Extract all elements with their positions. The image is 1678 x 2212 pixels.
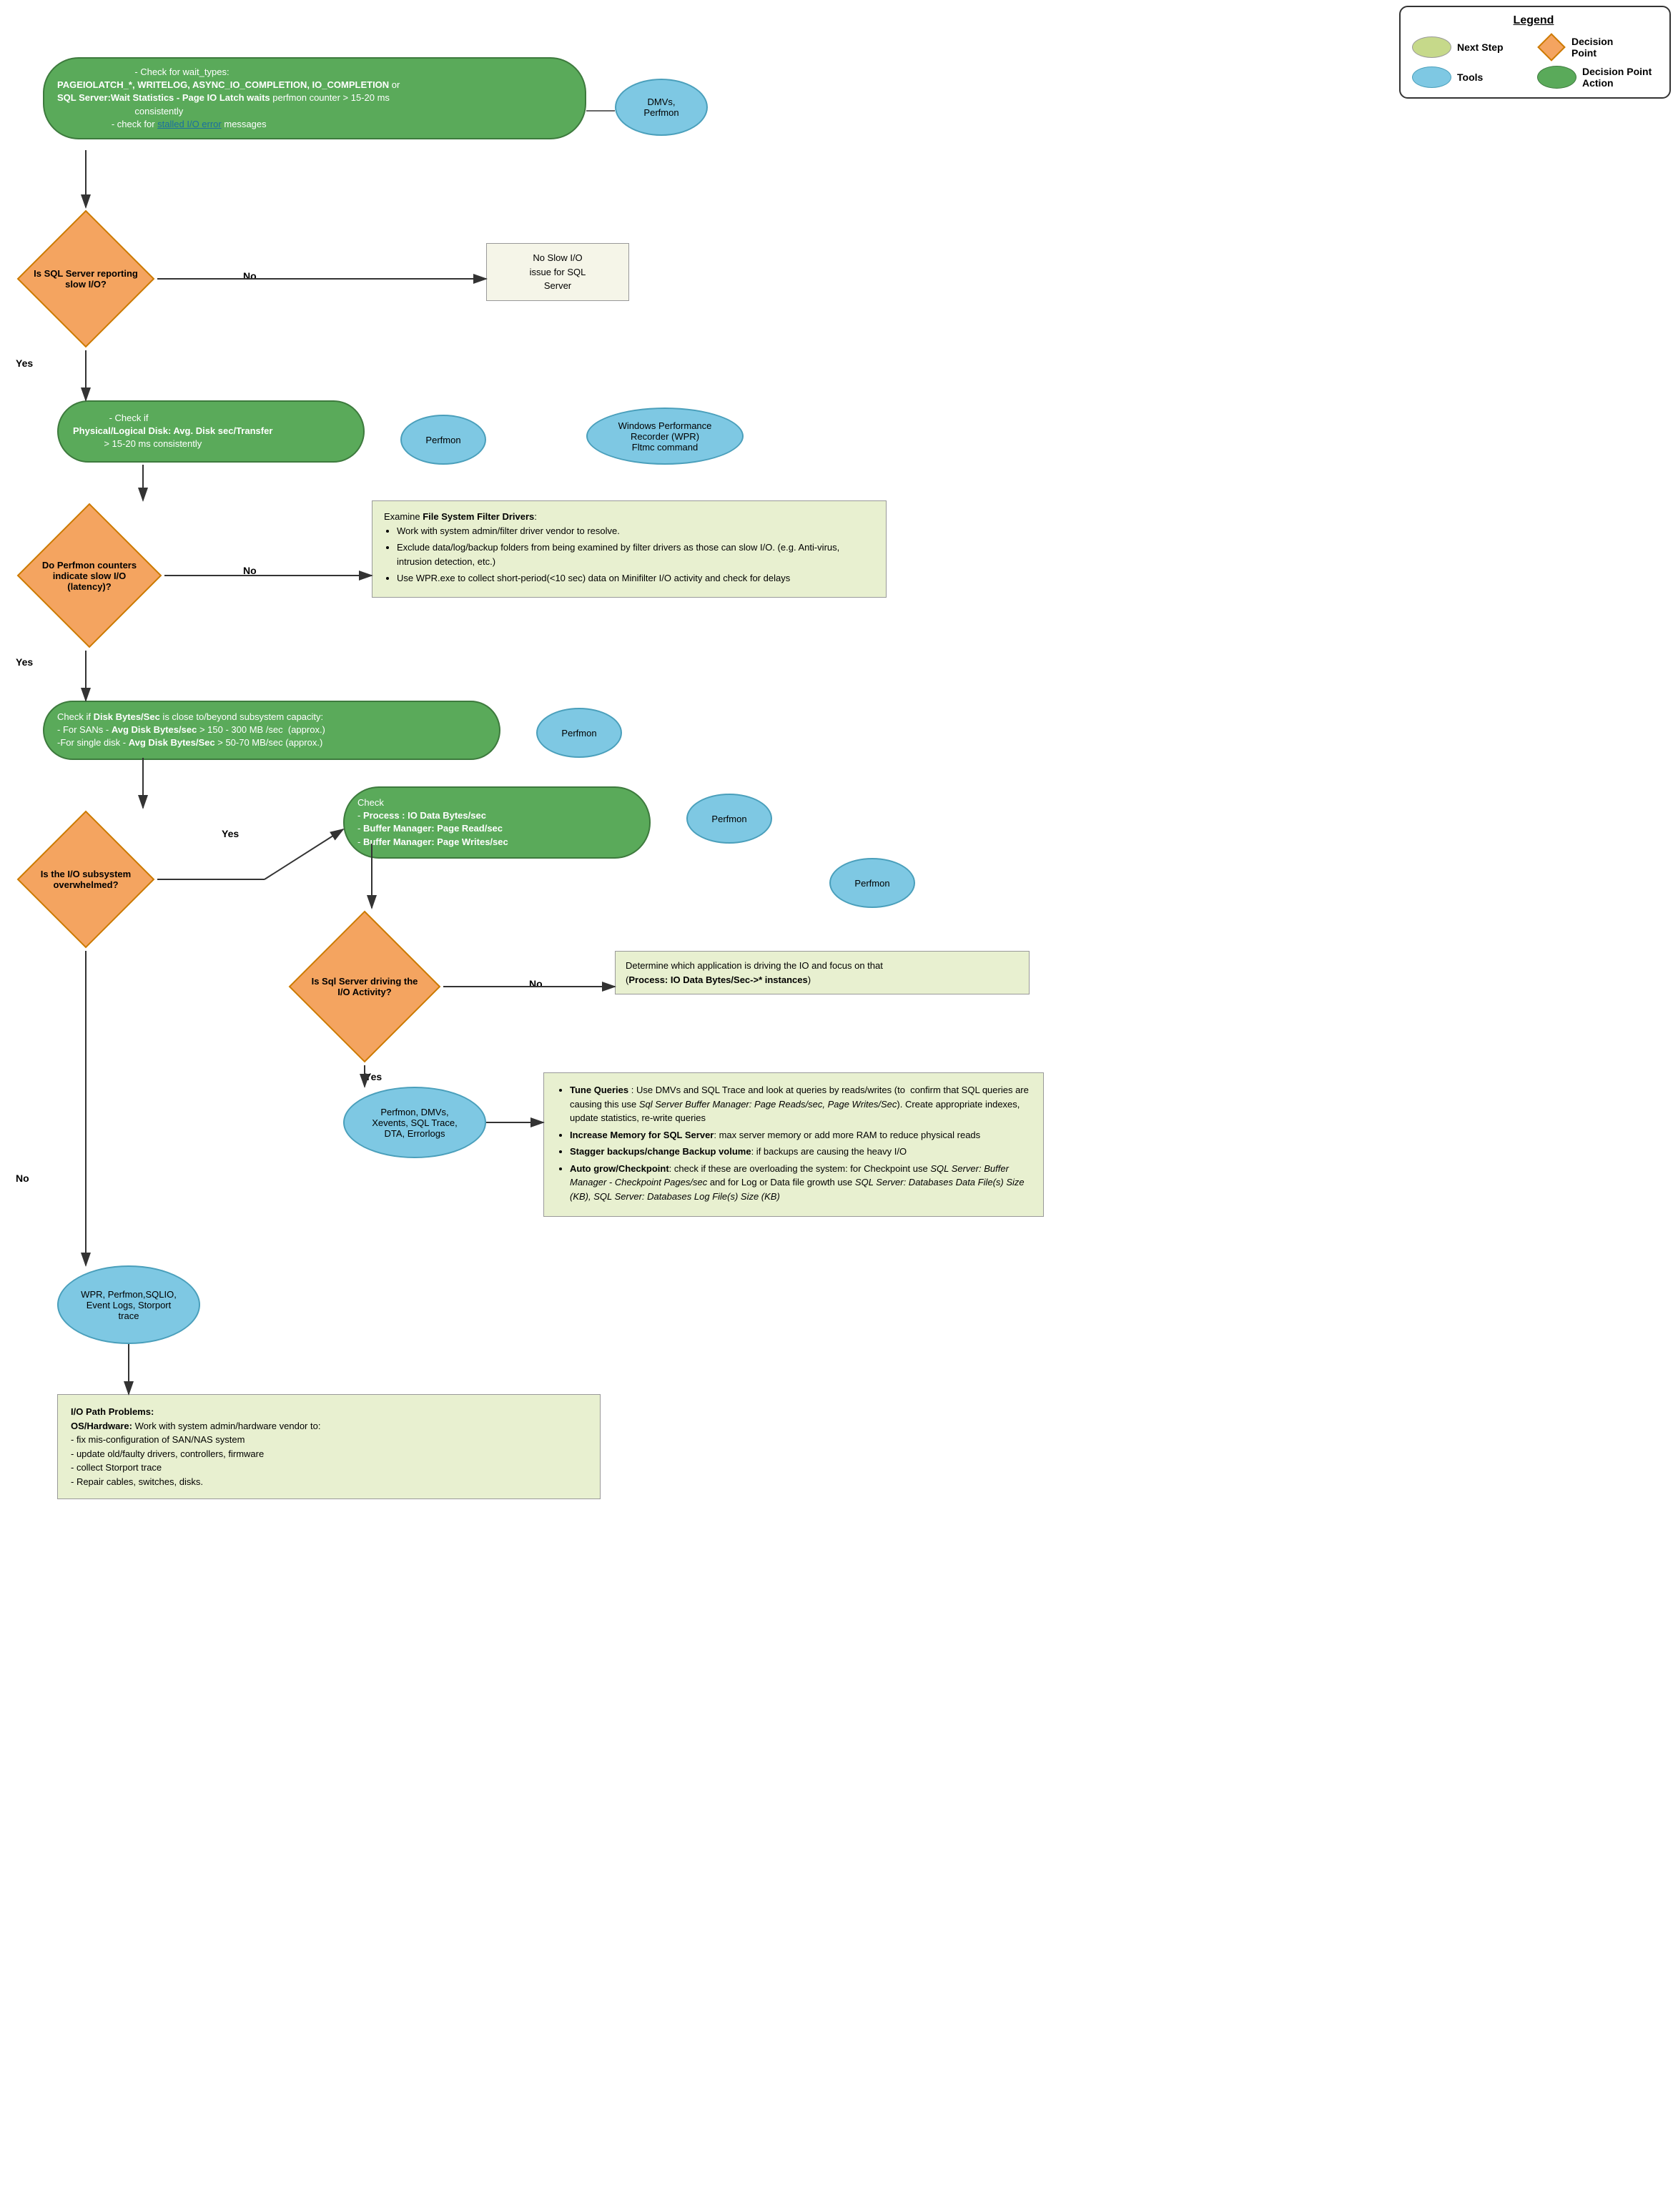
no4-label: No xyxy=(529,978,543,989)
diamond1-label: Is SQL Server reportingslow I/O? xyxy=(19,254,152,304)
legend-box: Legend Next Step DecisionPoint Tools Dec… xyxy=(1399,6,1671,99)
io-path-box: I/O Path Problems: OS/Hardware: Work wit… xyxy=(57,1394,601,1499)
no-slow-io-text: No Slow I/Oissue for SQLServer xyxy=(530,252,586,291)
filter-item-2: Exclude data/log/backup folders from bei… xyxy=(397,540,874,568)
wait-types-cloud: - Check for wait_types: PAGEIOLATCH_*, W… xyxy=(43,57,586,139)
yes4-label: Yes xyxy=(365,1071,382,1082)
wait-types-text: - Check for wait_types: PAGEIOLATCH_*, W… xyxy=(57,66,400,129)
filter-drivers-list: Work with system admin/filter driver ven… xyxy=(384,524,874,586)
tune-list: Tune Queries : Use DMVs and SQL Trace an… xyxy=(557,1083,1030,1203)
perfmon3-label: Perfmon xyxy=(711,814,746,824)
no1-label: No xyxy=(243,270,257,282)
diamond2-label: Do Perfmon countersindicate slow I/O(lat… xyxy=(31,548,148,603)
disk-bytes-cloud: Check if Disk Bytes/Sec is close to/beyo… xyxy=(43,701,500,760)
diamond2-text-container: Do Perfmon countersindicate slow I/O(lat… xyxy=(14,500,164,651)
legend-item-action: Decision PointAction xyxy=(1537,66,1655,89)
wpr-tool: Windows PerformanceRecorder (WPR)Fltmc c… xyxy=(586,408,744,465)
stalled-io-link[interactable]: stalled I/O error xyxy=(157,119,222,129)
no-slow-io-box: No Slow I/Oissue for SQLServer xyxy=(486,243,629,301)
wpr-label: Windows PerformanceRecorder (WPR)Fltmc c… xyxy=(618,420,712,453)
yes1-label: Yes xyxy=(16,357,33,369)
perfmon4-label: Perfmon xyxy=(854,878,889,889)
wpr-sqlio-tool: WPR, Perfmon,SQLIO,Event Logs, Storportt… xyxy=(57,1265,200,1344)
tools-shape xyxy=(1412,66,1451,88)
diamond3-container: Is the I/O subsystemoverwhelmed? xyxy=(14,808,157,951)
perfmon1-tool: Perfmon xyxy=(400,415,486,465)
wpr-sqlio-label: WPR, Perfmon,SQLIO,Event Logs, Storportt… xyxy=(81,1289,177,1321)
perfmon-dmvs-label: Perfmon, DMVs,Xevents, SQL Trace,DTA, Er… xyxy=(372,1107,457,1139)
no3-label: No xyxy=(16,1172,29,1184)
dmvs-perfmon-tool: DMVs,Perfmon xyxy=(615,79,708,136)
io-path-text: I/O Path Problems: OS/Hardware: Work wit… xyxy=(71,1406,320,1487)
perfmon2-label: Perfmon xyxy=(561,728,596,739)
filter-drivers-title: Examine File System Filter Drivers: xyxy=(384,511,537,522)
tune-item-1: Tune Queries : Use DMVs and SQL Trace an… xyxy=(570,1083,1030,1125)
legend-grid: Next Step DecisionPoint Tools Decision P… xyxy=(1412,33,1655,89)
tune-item-4: Auto grow/Checkpoint: check if these are… xyxy=(570,1162,1030,1204)
dmvs-perfmon-label: DMVs,Perfmon xyxy=(643,97,678,118)
filter-item-3: Use WPR.exe to collect short-period(<10 … xyxy=(397,571,874,586)
diamond4-text-container: Is Sql Server driving theI/O Activity? xyxy=(286,908,443,1065)
diamond1-container: Is SQL Server reportingslow I/O? xyxy=(14,207,157,350)
determine-text: Determine which application is driving t… xyxy=(626,960,883,985)
next-step-shape xyxy=(1412,36,1451,58)
decision-point-label: DecisionPoint xyxy=(1571,36,1613,59)
diamond2-container: Do Perfmon countersindicate slow I/O(lat… xyxy=(14,500,164,651)
perfmon3-tool: Perfmon xyxy=(686,794,772,844)
diamond1-text-container: Is SQL Server reportingslow I/O? xyxy=(14,207,157,350)
determine-box: Determine which application is driving t… xyxy=(615,951,1030,994)
flowchart-container: Legend Next Step DecisionPoint Tools Dec… xyxy=(0,0,1678,2212)
disk-latency-cloud: - Check if Physical/Logical Disk: Avg. D… xyxy=(57,400,365,463)
diamond3-text-container: Is the I/O subsystemoverwhelmed? xyxy=(14,808,157,951)
perfmon1-label: Perfmon xyxy=(425,435,460,445)
perfmon2-tool: Perfmon xyxy=(536,708,622,758)
tools-label: Tools xyxy=(1457,71,1483,83)
filter-item-1: Work with system admin/filter driver ven… xyxy=(397,524,874,538)
diamond4-container: Is Sql Server driving theI/O Activity? xyxy=(286,908,443,1065)
tune-item-3: Stagger backups/change Backup volume: if… xyxy=(570,1145,1030,1159)
tune-queries-box: Tune Queries : Use DMVs and SQL Trace an… xyxy=(543,1072,1044,1217)
io-data-cloud: Check - Process : IO Data Bytes/sec - Bu… xyxy=(343,786,651,859)
disk-latency-text: - Check if Physical/Logical Disk: Avg. D… xyxy=(73,413,272,449)
perfmon-dmvs-tool: Perfmon, DMVs,Xevents, SQL Trace,DTA, Er… xyxy=(343,1087,486,1158)
legend-item-decision: DecisionPoint xyxy=(1537,33,1655,61)
action-label: Decision PointAction xyxy=(1582,66,1652,89)
yes3-label: Yes xyxy=(222,828,239,839)
io-data-text: Check - Process : IO Data Bytes/sec - Bu… xyxy=(357,797,508,847)
yes2-label: Yes xyxy=(16,656,33,668)
diamond4-label: Is Sql Server driving theI/O Activity? xyxy=(300,964,430,1009)
perfmon4-tool: Perfmon xyxy=(829,858,915,908)
disk-bytes-text: Check if Disk Bytes/Sec is close to/beyo… xyxy=(57,711,325,748)
no2-label: No xyxy=(243,565,257,576)
legend-title: Legend xyxy=(1412,14,1655,27)
legend-item-tools: Tools xyxy=(1412,66,1530,88)
legend-item-next: Next Step xyxy=(1412,36,1530,58)
next-step-label: Next Step xyxy=(1457,41,1504,53)
diamond3-label: Is the I/O subsystemoverwhelmed? xyxy=(29,857,142,902)
action-shape xyxy=(1537,66,1576,89)
tune-item-2: Increase Memory for SQL Server: max serv… xyxy=(570,1128,1030,1142)
filter-drivers-box: Examine File System Filter Drivers: Work… xyxy=(372,500,887,598)
